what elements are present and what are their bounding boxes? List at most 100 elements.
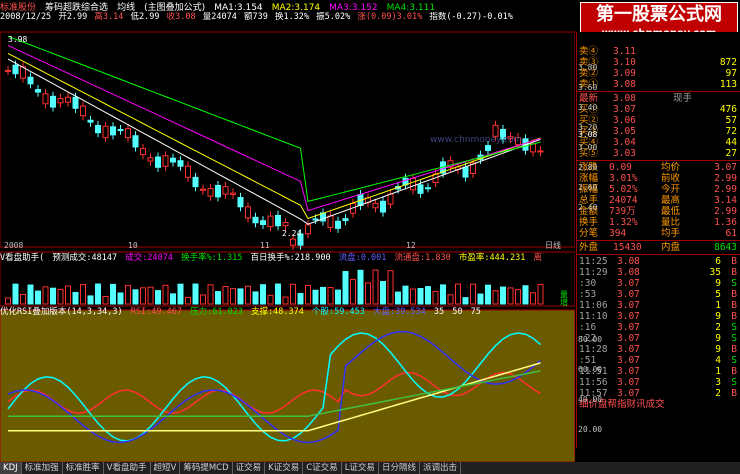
overlay-menu-item[interactable]: (主图叠加公式) (144, 3, 205, 12)
date-label-11: 11 (260, 241, 270, 250)
tick-price: 3.07 (617, 289, 640, 300)
sell-price: 3.09 (613, 68, 636, 79)
ma1-label: MA1:3.154 (214, 3, 263, 12)
tick-price: 3.07 (617, 300, 640, 311)
tab-indicator[interactable]: 证交易 (233, 462, 266, 474)
tick-volume: 6 (715, 256, 721, 267)
chart-watermark: www.chnmoney.com (430, 135, 522, 145)
tab-indicator[interactable]: V看盘助手 (104, 462, 151, 474)
ma4-label: MA4:3.111 (386, 3, 436, 12)
formula-menu-item[interactable]: 筹码超跌综合选 (45, 3, 108, 12)
volume-bar (230, 288, 236, 305)
candle-body (335, 220, 341, 229)
tab-indicator[interactable]: K证交易 (265, 462, 304, 474)
volume-bar (215, 291, 221, 305)
tab-indicator[interactable]: 派调出击 (420, 462, 461, 474)
price-tick-label: 3.80 (578, 63, 597, 72)
price-tick-label: 2.80 (578, 163, 597, 172)
stat-value: 2.99 (714, 206, 737, 217)
volume-bar (440, 284, 446, 305)
tick-volume: 2 (715, 322, 721, 333)
tab-indicator[interactable]: C证交易 (303, 462, 342, 474)
volume-bar (515, 289, 521, 305)
price-tick-label: 2.40 (578, 203, 597, 212)
candle-body (275, 214, 281, 227)
candle-body (312, 218, 319, 221)
tick-volume: 9 (715, 278, 721, 289)
stat-label: 今开 (661, 184, 681, 195)
volume-bar (387, 270, 394, 305)
tick-price: 3.07 (617, 344, 640, 355)
stat-label: 前收 (661, 173, 681, 184)
candle-body (87, 119, 94, 123)
volume-bar (200, 294, 206, 305)
candle-body (170, 157, 176, 163)
candle-body (410, 177, 416, 191)
tick-side: B (731, 311, 737, 322)
volume-bar (425, 286, 431, 305)
price-tick-label: 3.40 (578, 103, 597, 112)
info-date: 2008/12/25 (0, 12, 52, 22)
candle-body (462, 166, 469, 178)
indicator1-title[interactable]: V看盘助手( (0, 253, 44, 263)
tab-indicator[interactable]: 标准加强 (22, 462, 63, 474)
tab-indicator[interactable]: 超短V (151, 462, 181, 474)
indicator1-header: V看盘助手( 预测成交:48147 成交:24074 换手率%:1.315 百日… (0, 252, 575, 264)
tick-price: 3.07 (617, 377, 640, 388)
candle-body (57, 97, 64, 104)
candle-body (132, 135, 139, 148)
ind2-pressure: 压力:61.023 (190, 307, 243, 317)
candle-body (50, 95, 56, 108)
volume-bar (507, 287, 514, 305)
volume-bar (297, 293, 304, 305)
chart-canvas[interactable]: 3.98 2.24 2008 10 11 12 日线 www.chnmoney.… (0, 22, 575, 462)
tick-price: 3.07 (617, 333, 640, 344)
ind2-level-50: 50 (452, 307, 463, 317)
period-label[interactable]: 日线 (545, 240, 561, 250)
tick-side: B (731, 366, 737, 377)
volume-bar (372, 269, 379, 305)
volume-bar (305, 284, 311, 305)
volume-bar (417, 287, 424, 305)
ma-menu-item[interactable]: 均线 (117, 3, 135, 12)
volume-bar (80, 284, 86, 305)
tick-price: 3.07 (617, 366, 640, 377)
latest-extra: 现手 (673, 93, 693, 104)
tab-indicator[interactable]: 日分隔线 (379, 462, 420, 474)
price-tick-label: 3.00 (578, 143, 597, 152)
stat-label: 量比 (661, 217, 681, 228)
tick-side: B (731, 267, 737, 278)
indicator2-title[interactable]: 优化RSI叠加版本(14,3,34,3) (0, 307, 123, 317)
volume-bar (72, 291, 79, 305)
ind1-pe: 市盈率:444.231 (458, 253, 526, 263)
volume-bar (327, 287, 334, 305)
sell-price: 3.08 (613, 79, 636, 90)
candle-body (230, 192, 236, 195)
tab-indicator[interactable]: 标准胜率 (63, 462, 104, 474)
volume-bar (222, 285, 229, 305)
stat-label: 最高 (661, 195, 681, 206)
latest-price: 3.08 (613, 93, 636, 104)
ind2-support: 支撑:48.374 (251, 307, 304, 317)
volume-bar (192, 283, 199, 305)
stock-name[interactable]: 标准股份 (0, 3, 36, 12)
candle-body (117, 129, 124, 132)
tick-price: 3.07 (617, 322, 640, 333)
volume-bar (170, 293, 176, 305)
candle-body (12, 64, 19, 75)
ind2-level-35: 35 (433, 307, 445, 317)
tick-volume: 2 (715, 388, 721, 399)
tab-indicator[interactable]: L证交易 (342, 462, 379, 474)
volume-bar (342, 271, 349, 305)
tick-price: 3.07 (617, 311, 640, 322)
candle-body (290, 238, 296, 246)
volume-bar (365, 282, 371, 305)
candle-body (147, 157, 154, 162)
tick-price: 3.07 (617, 388, 640, 399)
volume-bar (245, 285, 251, 305)
volume-bar (162, 284, 169, 305)
tab-indicator[interactable]: KDJ (0, 462, 22, 474)
tab-indicator[interactable]: 筹码提MCD (180, 462, 233, 474)
volume-bar (207, 284, 214, 305)
volume-bar (320, 286, 326, 305)
